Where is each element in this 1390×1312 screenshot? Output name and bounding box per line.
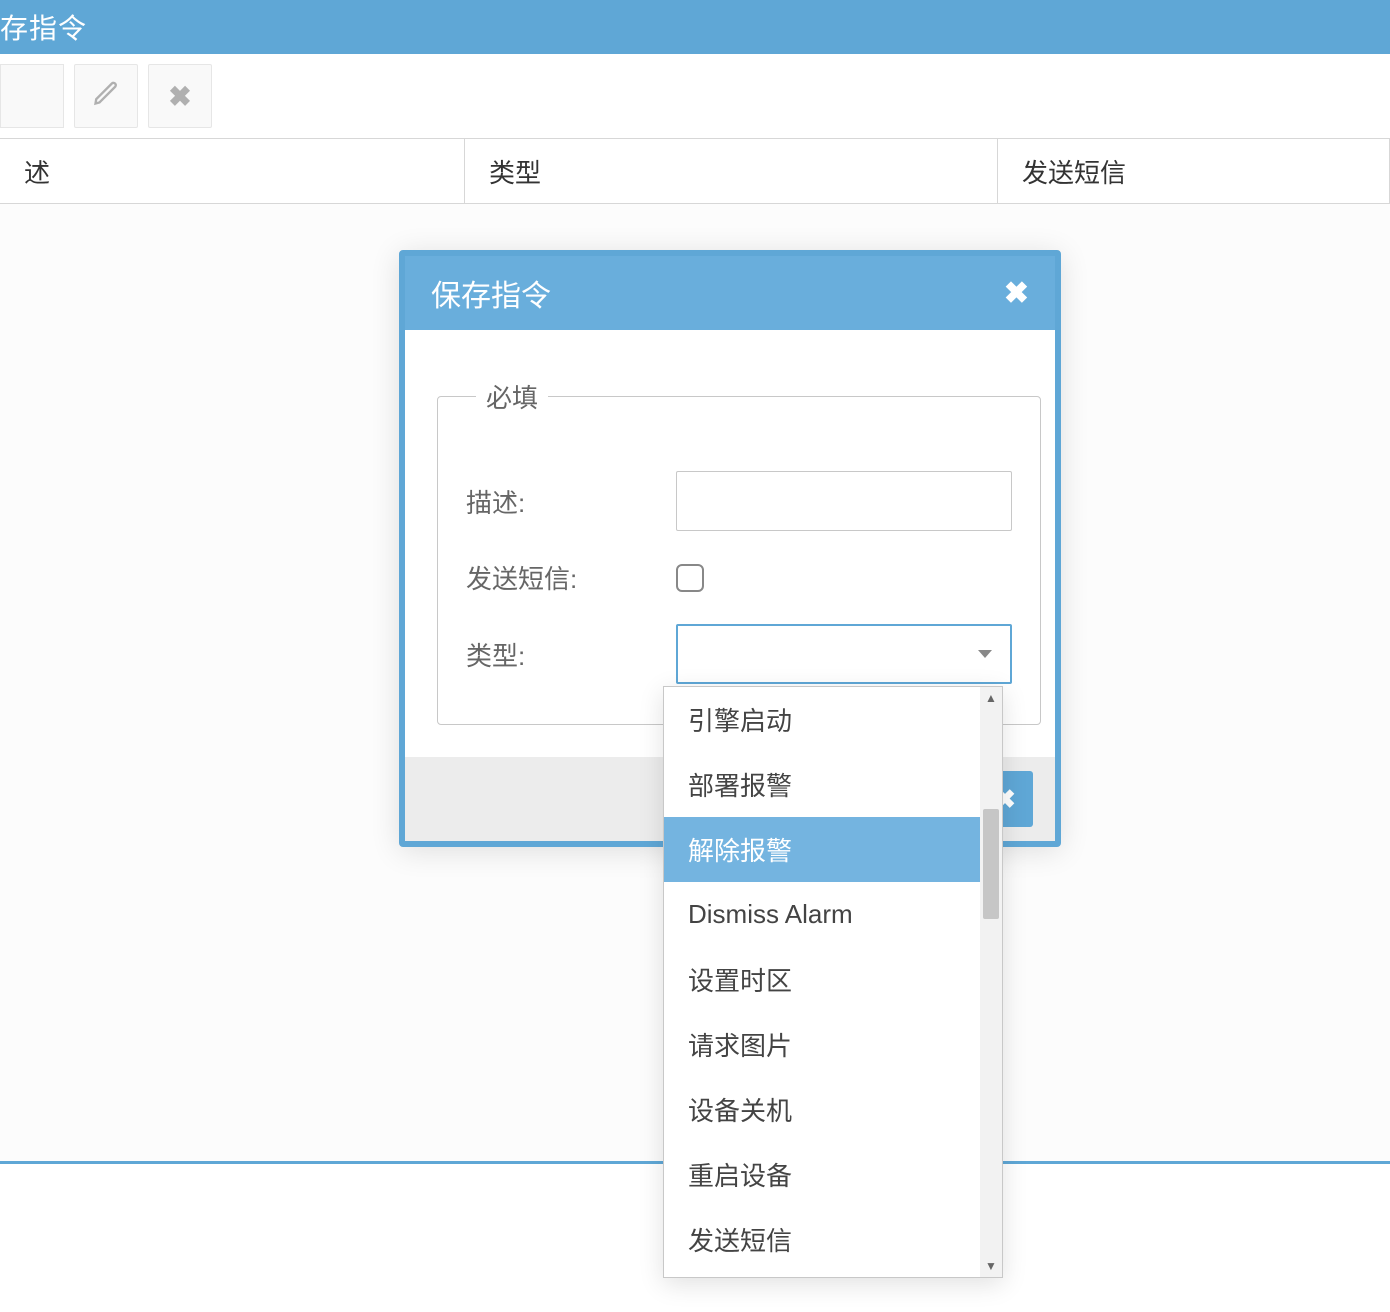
dropdown-option[interactable]: 设备关机 <box>664 1077 980 1142</box>
description-input[interactable] <box>676 471 1012 531</box>
table-header-row: 述 类型 发送短信 <box>0 138 1390 204</box>
page-header: 存指令 <box>0 0 1390 54</box>
row-send-sms: 发送短信: <box>466 559 1012 596</box>
dialog-close-button[interactable]: ✖ <box>1004 276 1029 311</box>
dialog-header: 保存指令 ✖ <box>405 256 1055 330</box>
column-header-send-sms[interactable]: 发送短信 <box>998 139 1390 203</box>
column-header-label: 发送短信 <box>1022 153 1126 190</box>
column-header-type[interactable]: 类型 <box>465 139 998 203</box>
fieldset-legend: 必填 <box>476 378 548 415</box>
dropdown-option[interactable]: 部署报警 <box>664 752 980 817</box>
label-send-sms: 发送短信: <box>466 559 676 596</box>
dropdown-option[interactable]: 重启设备 <box>664 1142 980 1207</box>
dropdown-option[interactable]: 发送短信 <box>664 1207 980 1272</box>
column-header-label: 类型 <box>489 153 541 190</box>
dropdown-scrollbar[interactable]: ▲▼ <box>980 687 1002 1277</box>
pencil-icon <box>92 79 120 114</box>
row-type: 类型: <box>466 624 1012 684</box>
scroll-up-icon[interactable]: ▲ <box>985 687 997 709</box>
dropdown-option[interactable]: 设置时区 <box>664 947 980 1012</box>
close-icon: ✖ <box>1004 277 1029 310</box>
dropdown-option[interactable]: 发送USSD <box>664 1272 980 1277</box>
scroll-down-icon[interactable]: ▼ <box>985 1255 997 1277</box>
dropdown-option[interactable]: 解除报警 <box>664 817 980 882</box>
dropdown-option[interactable]: 请求图片 <box>664 1012 980 1077</box>
delete-button[interactable]: ✖ <box>148 64 212 128</box>
column-header-label: 述 <box>24 153 50 190</box>
row-description: 描述: <box>466 471 1012 531</box>
dropdown-option[interactable]: 引擎启动 <box>664 687 980 752</box>
edit-button[interactable] <box>74 64 138 128</box>
scroll-track[interactable] <box>980 709 1002 1255</box>
toolbar: ✖ <box>0 54 1390 138</box>
column-header-description[interactable]: 述 <box>0 139 465 203</box>
type-select[interactable] <box>676 624 1012 684</box>
dialog-title: 保存指令 <box>431 271 551 315</box>
close-icon: ✖ <box>168 80 191 113</box>
type-dropdown-list: 引擎启动部署报警解除报警Dismiss Alarm设置时区请求图片设备关机重启设… <box>663 686 1003 1278</box>
label-description: 描述: <box>466 483 676 520</box>
label-type: 类型: <box>466 636 676 673</box>
scroll-thumb[interactable] <box>983 809 999 919</box>
required-fieldset: 必填 描述: 发送短信: 类型: <box>437 378 1041 725</box>
chevron-down-icon <box>978 650 992 658</box>
send-sms-checkbox[interactable] <box>676 564 704 592</box>
page-title: 存指令 <box>0 7 87 47</box>
dropdown-option[interactable]: Dismiss Alarm <box>664 882 980 947</box>
toolbar-leading-cell <box>0 64 64 128</box>
